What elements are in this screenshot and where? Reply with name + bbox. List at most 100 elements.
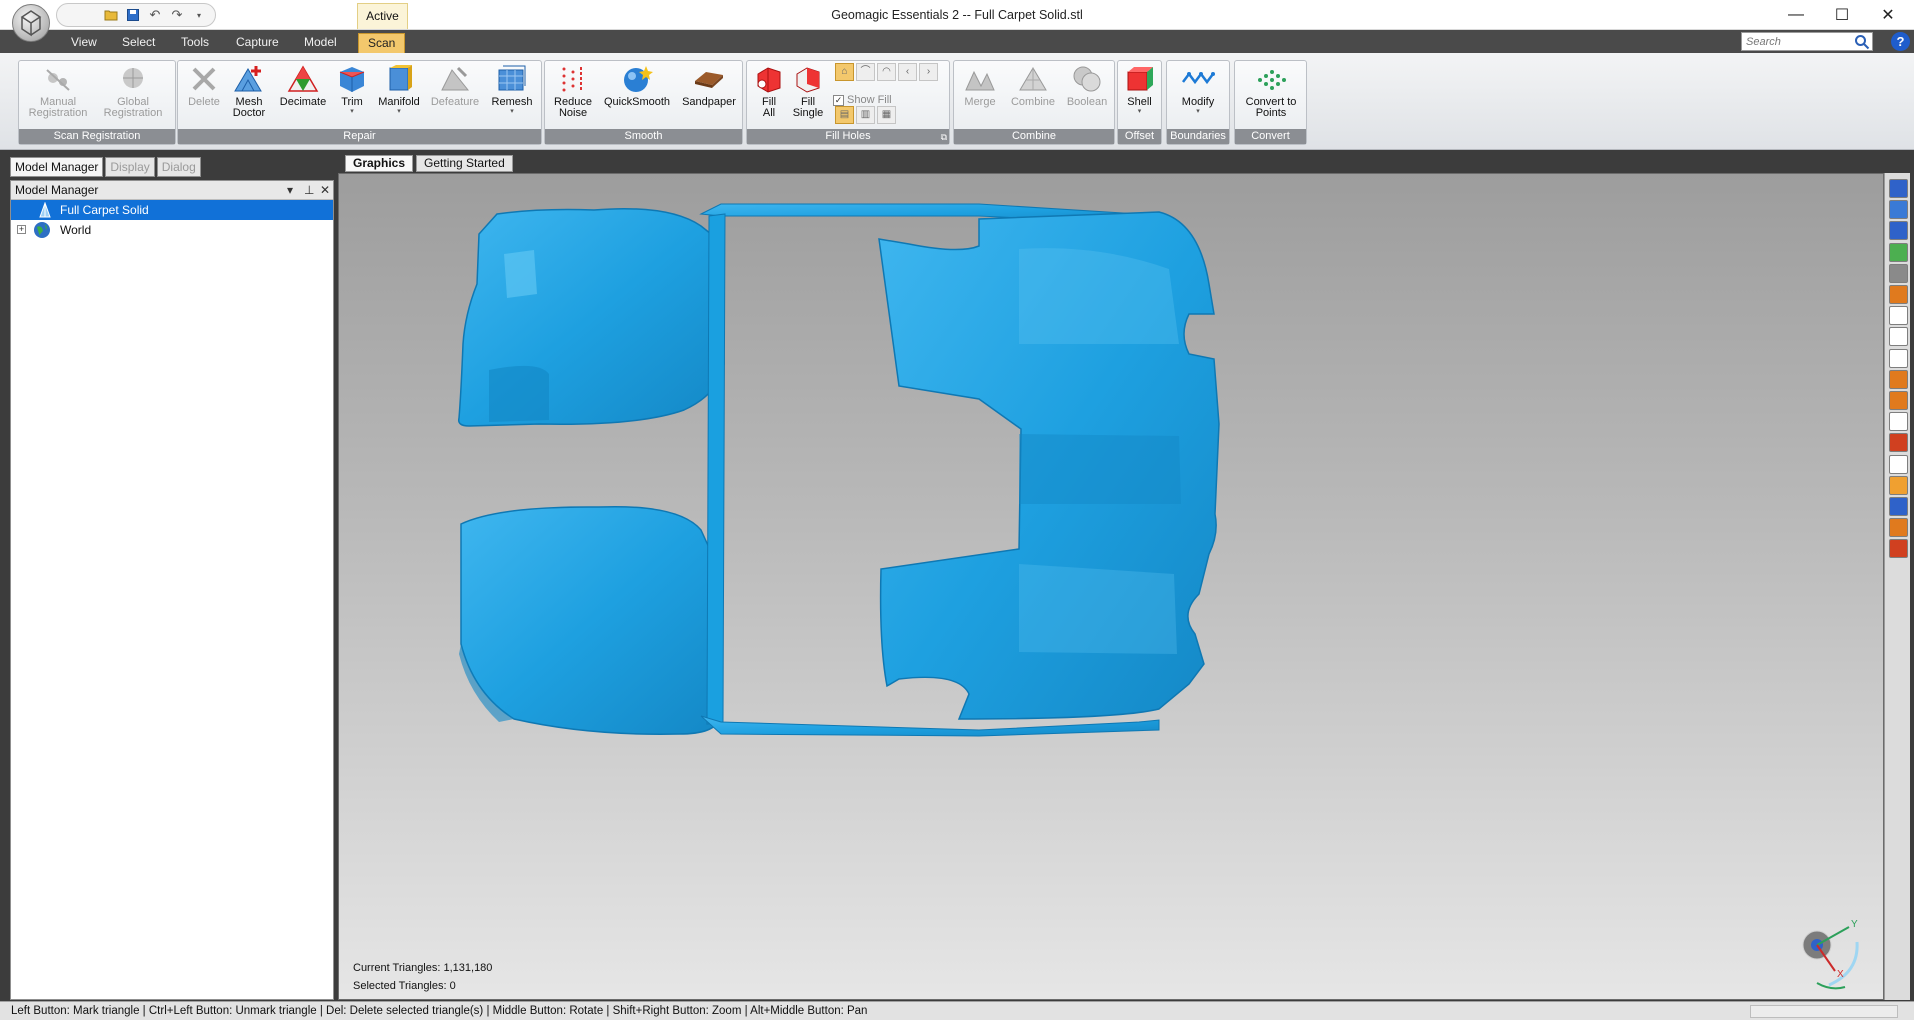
- manual-registration-button[interactable]: Manual Registration: [28, 64, 88, 119]
- pin-icon[interactable]: ⊥: [304, 181, 314, 199]
- view-reset-icon[interactable]: [1889, 200, 1908, 220]
- mesh-select-icon[interactable]: [1889, 454, 1908, 474]
- context-tab-active: Active: [357, 3, 408, 29]
- carpet-mesh-model[interactable]: [339, 174, 1884, 1000]
- group-smooth: Reduce Noise QuickSmooth Sandpaper Smoot…: [544, 60, 743, 145]
- defeature-button[interactable]: Defeature: [426, 64, 484, 108]
- tab-graphics[interactable]: Graphics: [345, 155, 414, 172]
- mesh-doctor-button[interactable]: Mesh Doctor: [223, 64, 275, 119]
- search-icon[interactable]: [1854, 34, 1870, 50]
- tab-scan[interactable]: Scan: [358, 33, 406, 53]
- box-select-icon[interactable]: [1889, 412, 1908, 432]
- tab-getting-started[interactable]: Getting Started: [416, 155, 513, 172]
- remesh-button[interactable]: Remesh ▾: [485, 64, 539, 116]
- panel-close-icon[interactable]: ✕: [320, 181, 330, 199]
- orbit-icon[interactable]: [1889, 285, 1908, 304]
- search-input[interactable]: [1742, 33, 1850, 50]
- fill-all-button[interactable]: Fill All: [747, 64, 791, 119]
- zoom-icon[interactable]: [1889, 263, 1908, 283]
- tab-display[interactable]: Display: [105, 157, 155, 177]
- reduce-noise-button[interactable]: Reduce Noise: [547, 64, 599, 119]
- next-hole-icon[interactable]: ›: [919, 63, 938, 81]
- tab-view[interactable]: View: [62, 33, 106, 53]
- paint-select-icon[interactable]: [1889, 369, 1908, 389]
- custom-region-icon[interactable]: [1889, 433, 1908, 453]
- fill-complete-icon[interactable]: ⌂: [835, 63, 854, 81]
- boolean-button[interactable]: Boolean: [1060, 64, 1114, 108]
- manifold-button[interactable]: Manifold ▾: [372, 64, 426, 116]
- modify-button[interactable]: Modify ▾: [1170, 64, 1226, 116]
- section-icon[interactable]: [1889, 497, 1908, 516]
- flat-fill-icon[interactable]: ▤: [835, 106, 854, 124]
- view-fit-icon[interactable]: [1889, 179, 1908, 198]
- rect-select-icon[interactable]: [1889, 306, 1908, 326]
- manual-registration-icon: [46, 69, 70, 91]
- brush-select-icon[interactable]: [1889, 391, 1908, 410]
- remesh-dropdown-icon[interactable]: ▾: [485, 108, 539, 116]
- checkbox-check-icon: ✓: [833, 94, 844, 106]
- app-logo[interactable]: [12, 4, 50, 42]
- defeature-icon: [441, 66, 470, 91]
- tangent-fill-icon[interactable]: ▥: [856, 106, 875, 124]
- shell-dropdown-icon[interactable]: ▾: [1118, 108, 1161, 116]
- show-fill-checkbox[interactable]: ✓ Show Fill: [833, 94, 892, 106]
- open-icon[interactable]: [101, 6, 121, 24]
- group-boundaries: Modify ▾ Boundaries: [1166, 60, 1230, 145]
- delete-icon: [192, 67, 216, 91]
- decimate-button[interactable]: Decimate: [275, 64, 331, 108]
- curvature-fill-icon[interactable]: ▦: [877, 106, 896, 124]
- rear-left-floor-piece[interactable]: [460, 505, 722, 735]
- quicksmooth-button[interactable]: QuickSmooth: [600, 64, 674, 108]
- help-button[interactable]: ?: [1891, 32, 1910, 51]
- qat-dropdown-icon[interactable]: ▾: [189, 6, 209, 24]
- dialog-launcher-icon[interactable]: ⧉: [941, 132, 947, 143]
- merge-button[interactable]: Merge: [954, 64, 1006, 108]
- tab-model-manager[interactable]: Model Manager: [10, 157, 104, 177]
- redo-icon[interactable]: ↷: [167, 6, 187, 24]
- group-offset: Shell ▾ Offset: [1117, 60, 1162, 145]
- undo-icon[interactable]: ↶: [145, 6, 165, 24]
- trim-button[interactable]: Trim ▾: [328, 64, 376, 116]
- bottom-rail[interactable]: [700, 715, 1160, 737]
- save-icon[interactable]: [123, 6, 143, 24]
- line-select-icon[interactable]: [1889, 348, 1908, 368]
- maximize-button[interactable]: ☐: [1819, 0, 1865, 30]
- view-normal-icon[interactable]: [1889, 221, 1908, 241]
- tree-item-world[interactable]: + World: [11, 220, 333, 240]
- global-registration-button[interactable]: Global Registration: [101, 64, 165, 119]
- lasso-select-icon[interactable]: [1889, 327, 1908, 347]
- sandpaper-button[interactable]: Sandpaper: [677, 64, 741, 108]
- tab-select[interactable]: Select: [113, 33, 164, 53]
- expand-icon[interactable]: +: [17, 225, 26, 234]
- mesh-doctor-icon: [234, 66, 262, 92]
- tab-model[interactable]: Model: [295, 33, 346, 53]
- manifold-dropdown-icon[interactable]: ▾: [372, 108, 426, 116]
- tab-capture[interactable]: Capture: [227, 33, 288, 53]
- tab-dialog[interactable]: Dialog: [156, 157, 201, 177]
- minimize-button[interactable]: —: [1773, 0, 1819, 30]
- axis-triad-icon[interactable]: Y X: [1787, 917, 1867, 995]
- clear-icon[interactable]: [1889, 539, 1908, 559]
- sandpaper-icon: [695, 72, 723, 88]
- tab-tools[interactable]: Tools: [172, 33, 218, 53]
- fill-partial-icon[interactable]: ⌒: [856, 63, 875, 81]
- fill-single-button[interactable]: Fill Single: [787, 64, 829, 119]
- fill-bridge-icon[interactable]: ◠: [877, 63, 896, 81]
- delete-button[interactable]: Delete: [180, 64, 228, 108]
- tree-item-full-carpet-solid[interactable]: Full Carpet Solid: [11, 200, 333, 220]
- group-repair: Delete Mesh Doctor Decimate Trim ▾ Manif…: [177, 60, 542, 145]
- trim-dropdown-icon[interactable]: ▾: [328, 108, 376, 116]
- close-button[interactable]: ✕: [1865, 0, 1911, 30]
- display-toggle-icon[interactable]: [1889, 475, 1908, 495]
- graphics-viewport[interactable]: Current Triangles: 1,131,180 Selected Tr…: [338, 173, 1884, 1000]
- modify-dropdown-icon[interactable]: ▾: [1170, 108, 1226, 116]
- previous-hole-icon[interactable]: ‹: [898, 63, 917, 81]
- convert-to-points-button[interactable]: Convert to Points: [1239, 64, 1303, 119]
- color-map-icon[interactable]: [1889, 518, 1908, 538]
- combine-button[interactable]: Combine: [1006, 64, 1060, 108]
- view-layer-icon[interactable]: [1889, 242, 1908, 262]
- panel-dropdown-icon[interactable]: ▾: [287, 181, 293, 199]
- merge-icon: [965, 70, 995, 91]
- left-rail[interactable]: [706, 213, 726, 725]
- shell-button[interactable]: Shell ▾: [1118, 64, 1161, 116]
